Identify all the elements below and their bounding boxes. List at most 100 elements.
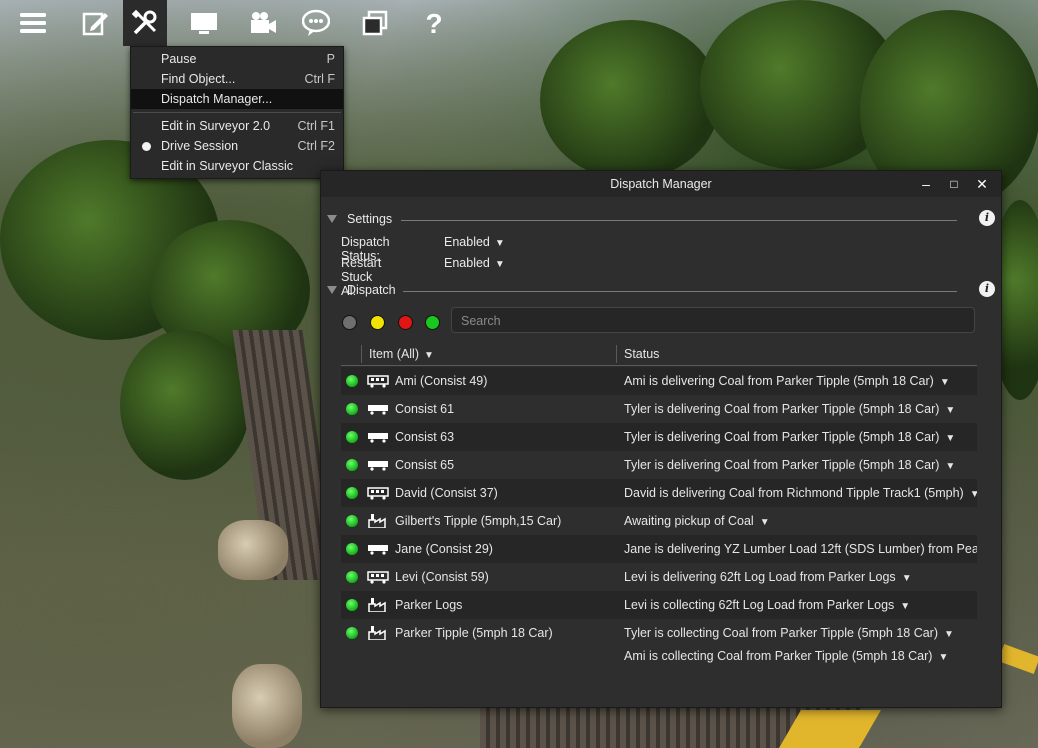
dispatch-section-header[interactable]: Dispatch i (327, 281, 995, 300)
table-row[interactable]: Ami (Consist 49) Ami is delivering Coal f… (341, 367, 977, 395)
status-dropdown-icon[interactable]: ▼ (945, 461, 955, 472)
edit-button[interactable] (66, 0, 123, 46)
windows-icon (362, 10, 387, 36)
item-status-text: Tyler is delivering Coal from Parker Tip… (624, 430, 940, 444)
settings-info-icon[interactable]: i (979, 210, 995, 226)
section-divider (403, 291, 957, 292)
status-dropdown-icon[interactable]: ▼ (902, 573, 912, 584)
status-green-led-icon (346, 515, 358, 527)
item-status: Tyler is delivering Coal from Parker Tip… (624, 430, 955, 444)
railcar-icon (367, 458, 389, 472)
search-input[interactable]: Search (451, 307, 975, 333)
windows-button[interactable] (345, 0, 404, 46)
dispatch-info-icon[interactable]: i (979, 281, 995, 297)
camera-icon (251, 12, 276, 33)
table-row[interactable]: Jane (Consist 29) Jane is delivering YZ L… (341, 535, 977, 563)
status-dropdown-icon[interactable]: ▼ (940, 377, 950, 388)
filter-red-button[interactable] (398, 315, 413, 330)
column-item-label: Item (All) (369, 347, 419, 361)
menu-item-find-object[interactable]: Find Object... Ctrl F (131, 69, 343, 89)
dropdown-arrow-icon: ▼ (494, 259, 505, 270)
monitor-icon (190, 13, 217, 34)
item-name: Consist 65 (395, 458, 455, 472)
status-dropdown-icon[interactable]: ▼ (938, 652, 948, 663)
railcar-icon (367, 430, 389, 444)
status-green-led-icon (346, 627, 358, 639)
status-green-led-icon (346, 375, 358, 387)
menu-item-edit-surveyor-classic[interactable]: Edit in Surveyor Classic (131, 156, 343, 176)
item-status: Tyler is delivering Coal from Parker Tip… (624, 402, 955, 416)
status-dropdown-icon[interactable]: ▼ (945, 405, 955, 416)
dispatch-label: Dispatch (347, 283, 396, 297)
filter-grey-button[interactable] (342, 315, 357, 330)
item-status-text: David is delivering Coal from Richmond T… (624, 486, 964, 500)
collapse-triangle-icon (327, 286, 337, 294)
scenery-tree (120, 330, 250, 480)
menu-item-pause[interactable]: Pause P (131, 49, 343, 69)
scenery-logs (218, 520, 288, 580)
train-icon (367, 570, 389, 584)
item-status: Awaiting pickup of Coal ▼ (624, 514, 770, 528)
item-name: Parker Logs (395, 598, 463, 612)
chat-button[interactable] (286, 0, 345, 46)
minimize-button[interactable]: – (917, 175, 935, 193)
camera-button[interactable] (240, 0, 286, 46)
column-divider (616, 345, 617, 363)
menu-icon (20, 13, 46, 33)
menu-item-label: Pause (161, 52, 197, 66)
status-dropdown-icon[interactable]: ▼ (970, 489, 977, 500)
menu-item-drive-session[interactable]: Drive Session Ctrl F2 (131, 136, 343, 156)
section-divider (401, 220, 957, 221)
item-status-text: Ami is delivering Coal from Parker Tippl… (624, 374, 934, 388)
table-row[interactable]: David (Consist 37) David is delivering Co… (341, 479, 977, 507)
settings-section-header[interactable]: Settings i (327, 210, 995, 229)
item-name: Consist 61 (395, 402, 455, 416)
status-green-led-icon (346, 487, 358, 499)
item-status-secondary: Ami is collecting Coal from Parker Tippl… (624, 649, 948, 663)
status-dropdown-icon[interactable]: ▼ (944, 629, 954, 640)
close-button[interactable]: ✕ (973, 175, 991, 193)
maximize-button[interactable]: □ (945, 175, 963, 193)
monitor-button[interactable] (167, 0, 240, 46)
dispatch-manager-window: Dispatch Manager – □ ✕ Settings i Dispat… (320, 170, 1002, 708)
status-dropdown-icon[interactable]: ▼ (760, 517, 770, 528)
column-item-filter[interactable]: Item (All) ▼ (369, 347, 434, 361)
item-status: Jane is delivering YZ Lumber Load 12ft (… (624, 542, 977, 556)
menu-item-label: Dispatch Manager... (161, 92, 273, 106)
scenery-tree (540, 20, 720, 180)
help-button[interactable]: ? (404, 0, 463, 46)
table-row[interactable]: Gilbert's Tipple (5mph,15 Car) Awaiting p… (341, 507, 977, 535)
train-icon (367, 374, 389, 388)
table-row[interactable]: Consist 65 Tyler is delivering Coal from … (341, 451, 977, 479)
menu-separator (133, 112, 341, 113)
table-row[interactable]: Consist 61 Tyler is delivering Coal from … (341, 395, 977, 423)
help-icon: ? (425, 9, 442, 37)
menu-item-label: Drive Session (161, 139, 239, 153)
menu-item-dispatch-manager[interactable]: Dispatch Manager... (131, 89, 343, 109)
status-dropdown-icon[interactable]: ▼ (900, 601, 910, 612)
item-name: Parker Tipple (5mph 18 Car) (395, 626, 553, 640)
window-titlebar[interactable]: Dispatch Manager – □ ✕ (321, 171, 1001, 197)
window-title: Dispatch Manager (610, 177, 712, 191)
table-row[interactable]: Parker Logs Levi is collecting 62ft Log L… (341, 591, 977, 619)
status-green-led-icon (346, 571, 358, 583)
menu-button[interactable] (0, 0, 66, 46)
menu-item-edit-surveyor-2[interactable]: Edit in Surveyor 2.0 Ctrl F1 (131, 116, 343, 136)
table-row[interactable]: Parker Tipple (5mph 18 Car) Tyler is coll… (341, 619, 977, 669)
menu-item-shortcut: Ctrl F (304, 72, 335, 86)
menu-item-shortcut: Ctrl F1 (297, 119, 336, 133)
filter-yellow-button[interactable] (370, 315, 385, 330)
tools-button[interactable] (123, 0, 167, 46)
status-dropdown-icon[interactable]: ▼ (945, 433, 955, 444)
restart-stuck-ai-dropdown[interactable]: Enabled ▼ (444, 256, 505, 270)
dispatch-status-dropdown[interactable]: Enabled ▼ (444, 235, 505, 249)
column-divider (361, 345, 362, 363)
dropdown-arrow-icon: ▼ (424, 350, 434, 361)
filter-green-button[interactable] (425, 315, 440, 330)
table-row[interactable]: Levi (Consist 59) Levi is delivering 62ft… (341, 563, 977, 591)
table-row[interactable]: Consist 63 Tyler is delivering Coal from … (341, 423, 977, 451)
item-name: Ami (Consist 49) (395, 374, 488, 388)
settings-label: Settings (347, 212, 393, 226)
item-name: Jane (Consist 29) (395, 542, 493, 556)
status-green-led-icon (346, 543, 358, 555)
